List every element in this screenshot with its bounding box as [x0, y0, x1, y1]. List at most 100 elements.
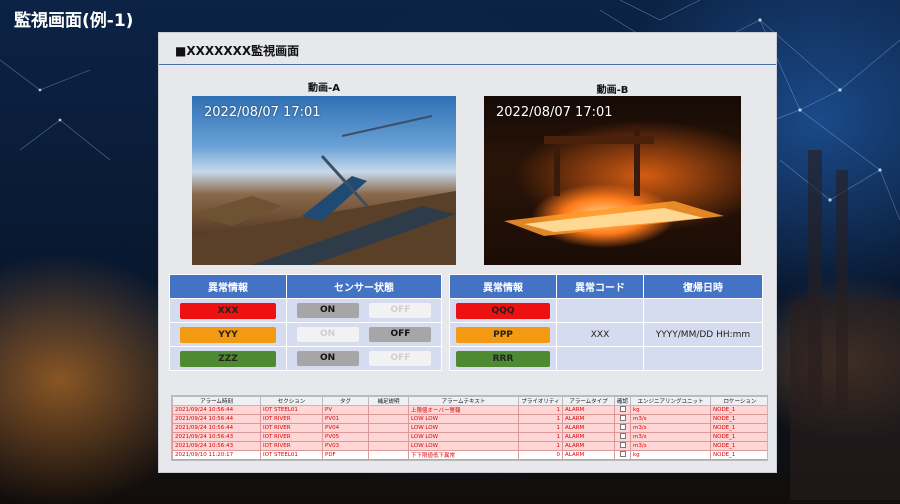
alarm-row[interactable]: 2021/09/10 11:20:17 IOT STEEL01 PDF 下下限値低下異…	[172, 450, 767, 460]
acknowledge-checkbox[interactable]	[619, 442, 626, 448]
column-header[interactable]: アラームテキスト	[408, 396, 519, 406]
alarm-cell: kg	[630, 405, 711, 415]
alarm-cell: LOW LOW	[408, 423, 519, 433]
alarm-cell: LOW LOW	[408, 441, 519, 451]
video-b[interactable]: 2022/08/07 17:01	[484, 96, 741, 265]
acknowledge-checkbox-cell	[614, 414, 631, 424]
alarm-list[interactable]: アラーム時刻 セクション タグ 補足説明 アラームテキスト プライオリティ アラ…	[171, 395, 768, 461]
acknowledge-checkbox[interactable]	[619, 433, 626, 439]
alarm-cell: ALARM	[562, 441, 615, 451]
abnormal-info-badge: RRR	[456, 350, 550, 367]
abnormal-code-table: 異常情報 異常コード 復帰日時 QQQ PPP XXX YYYY/MM/DD H…	[449, 274, 763, 371]
alarm-cell: 2021/09/24 10:56:43	[172, 441, 261, 451]
alarm-row[interactable]: 2021/09/24 10:56:43 IOT RIVER PV03 LOW LOW 1…	[172, 441, 767, 451]
panel-title: ■XXXXXXX監視画面	[159, 33, 776, 65]
video-b-timestamp: 2022/08/07 17:01	[496, 105, 613, 120]
alarm-cell: ALARM	[562, 459, 615, 460]
alarm-cell: NODE_1	[710, 432, 767, 442]
alarm-cell: LOW LOW	[408, 432, 519, 442]
video-b-label: 動画-B	[596, 85, 629, 96]
alarm-cell: 0	[518, 459, 563, 460]
alarm-cell: NODE_1	[710, 441, 767, 451]
header-recovery-datetime: 復帰日時	[643, 274, 763, 299]
alarm-cell	[368, 414, 409, 424]
alarm-cell: NODE_1	[710, 405, 767, 415]
column-header[interactable]: タグ	[322, 396, 369, 406]
sensor-off-button[interactable]: OFF	[369, 303, 432, 318]
alarm-cell	[368, 423, 409, 433]
alarm-cell: NODE_1	[710, 423, 767, 433]
alarm-table: アラーム時刻 セクション タグ 補足説明 アラームテキスト プライオリティ アラ…	[172, 396, 767, 461]
alarm-cell: PV05	[322, 432, 369, 442]
alarm-cell: 2021/09/10 11:20:17	[172, 450, 261, 460]
alarm-cell: 2021/09/24 10:56:44	[172, 405, 261, 415]
slide-title: 監視画面(例-1)	[14, 11, 134, 31]
acknowledge-checkbox[interactable]	[619, 451, 626, 457]
acknowledge-checkbox-cell	[614, 432, 631, 442]
alarm-cell: 2021/09/24 10:56:44	[172, 414, 261, 424]
alarm-cell: 2020/10/16 16:00:58	[172, 459, 261, 460]
alarm-cell: m3/s	[630, 441, 711, 451]
video-a[interactable]: 2022/08/07 17:01	[192, 96, 456, 265]
sensor-on-button[interactable]: ON	[296, 327, 359, 342]
alarm-cell: 1	[518, 414, 563, 424]
column-header[interactable]: 補足説明	[368, 396, 409, 406]
abnormal-info-badge: XXX	[180, 302, 276, 319]
column-header[interactable]: アラームタイプ	[562, 396, 615, 406]
video-a-timestamp: 2022/08/07 17:01	[204, 105, 321, 120]
alarm-cell: PV01	[322, 414, 369, 424]
acknowledge-checkbox-cell	[614, 450, 631, 460]
video-a-scene	[192, 115, 456, 265]
alarm-cell	[368, 441, 409, 451]
alarm-row[interactable]: 2021/09/24 10:56:44 IOT RIVER PV01 LOW LOW 1…	[172, 414, 767, 424]
abnormal-info-badge: PPP	[456, 326, 550, 343]
abnormal-code-value: XXX	[556, 322, 644, 347]
column-header[interactable]: 確認	[614, 396, 631, 406]
alarm-cell: IOT RIVER	[260, 423, 323, 433]
sensor-off-button[interactable]: OFF	[369, 327, 432, 342]
alarm-cell: 1	[518, 441, 563, 451]
sensor-on-button[interactable]: ON	[296, 351, 359, 366]
acknowledge-checkbox-cell: ✓	[614, 459, 631, 461]
column-header[interactable]: ロケーション	[710, 396, 767, 406]
alarm-cell: ALARM	[562, 405, 615, 415]
alarm-cell	[368, 459, 409, 460]
acknowledge-checkbox[interactable]	[619, 406, 626, 412]
alarm-cell: 上限値オーバー警報	[408, 405, 519, 415]
alarm-cell: 2021/09/24 10:56:44	[172, 423, 261, 433]
alarm-cell: NODE_1	[710, 459, 767, 460]
alarm-cell: ALARM	[562, 414, 615, 424]
monitor-panel: ■XXXXXXX監視画面 動画-A 2022/08/07 17:01 動画-B …	[158, 32, 777, 473]
column-header[interactable]: プライオリティ	[518, 396, 563, 406]
table-row: QQQ	[449, 298, 763, 323]
sensor-status-table: 異常情報 センサー状態 XXX ON OFF YYY ON OFF ZZZ ON…	[169, 274, 442, 371]
column-header[interactable]: アラーム時刻	[172, 396, 261, 406]
sensor-off-button[interactable]: OFF	[369, 351, 432, 366]
alarm-cell: PDF	[322, 450, 369, 460]
alarm-cell: 2021/09/24 10:56:43	[172, 432, 261, 442]
alarm-cell: PV03	[322, 441, 369, 451]
header-abnormal-info: 異常情報	[169, 274, 287, 299]
alarm-row[interactable]: 2020/10/16 16:00:58DEMOKPIACTUAL1 Actual …	[172, 459, 767, 461]
alarm-cell: ALARM	[562, 423, 615, 433]
column-header[interactable]: エンジニアリングユニット	[630, 396, 711, 406]
alarm-cell: IOT RIVER	[260, 432, 323, 442]
table-row: XXX ON OFF	[169, 298, 442, 323]
alarm-row[interactable]: 2021/09/24 10:56:44 IOT STEEL01 PV 上限値オーバー警…	[172, 405, 767, 415]
acknowledge-checkbox[interactable]	[619, 415, 626, 421]
alarm-row[interactable]: 2021/09/24 10:56:43 IOT RIVER PV05 LOW LOW 1…	[172, 432, 767, 442]
table-row: YYY ON OFF	[169, 322, 442, 347]
acknowledge-checkbox[interactable]	[619, 424, 626, 430]
abnormal-info-badge: QQQ	[456, 302, 550, 319]
alarm-cell: 0	[518, 450, 563, 460]
alarm-row[interactable]: 2021/09/24 10:56:44 IOT RIVER PV04 LOW LOW 1…	[172, 423, 767, 433]
alarm-cell: ACTUAL1	[322, 459, 369, 460]
sensor-on-button[interactable]: ON	[296, 303, 359, 318]
alarm-cell: IOT RIVER	[260, 441, 323, 451]
column-header[interactable]: セクション	[260, 396, 323, 406]
alarm-cell: 下下限値低下異常	[408, 450, 519, 460]
alarm-cell: m3/s	[630, 414, 711, 424]
alarm-cell: PV04	[322, 423, 369, 433]
acknowledge-checkbox[interactable]: ✓	[620, 460, 626, 461]
alarm-cell: PV	[322, 405, 369, 415]
